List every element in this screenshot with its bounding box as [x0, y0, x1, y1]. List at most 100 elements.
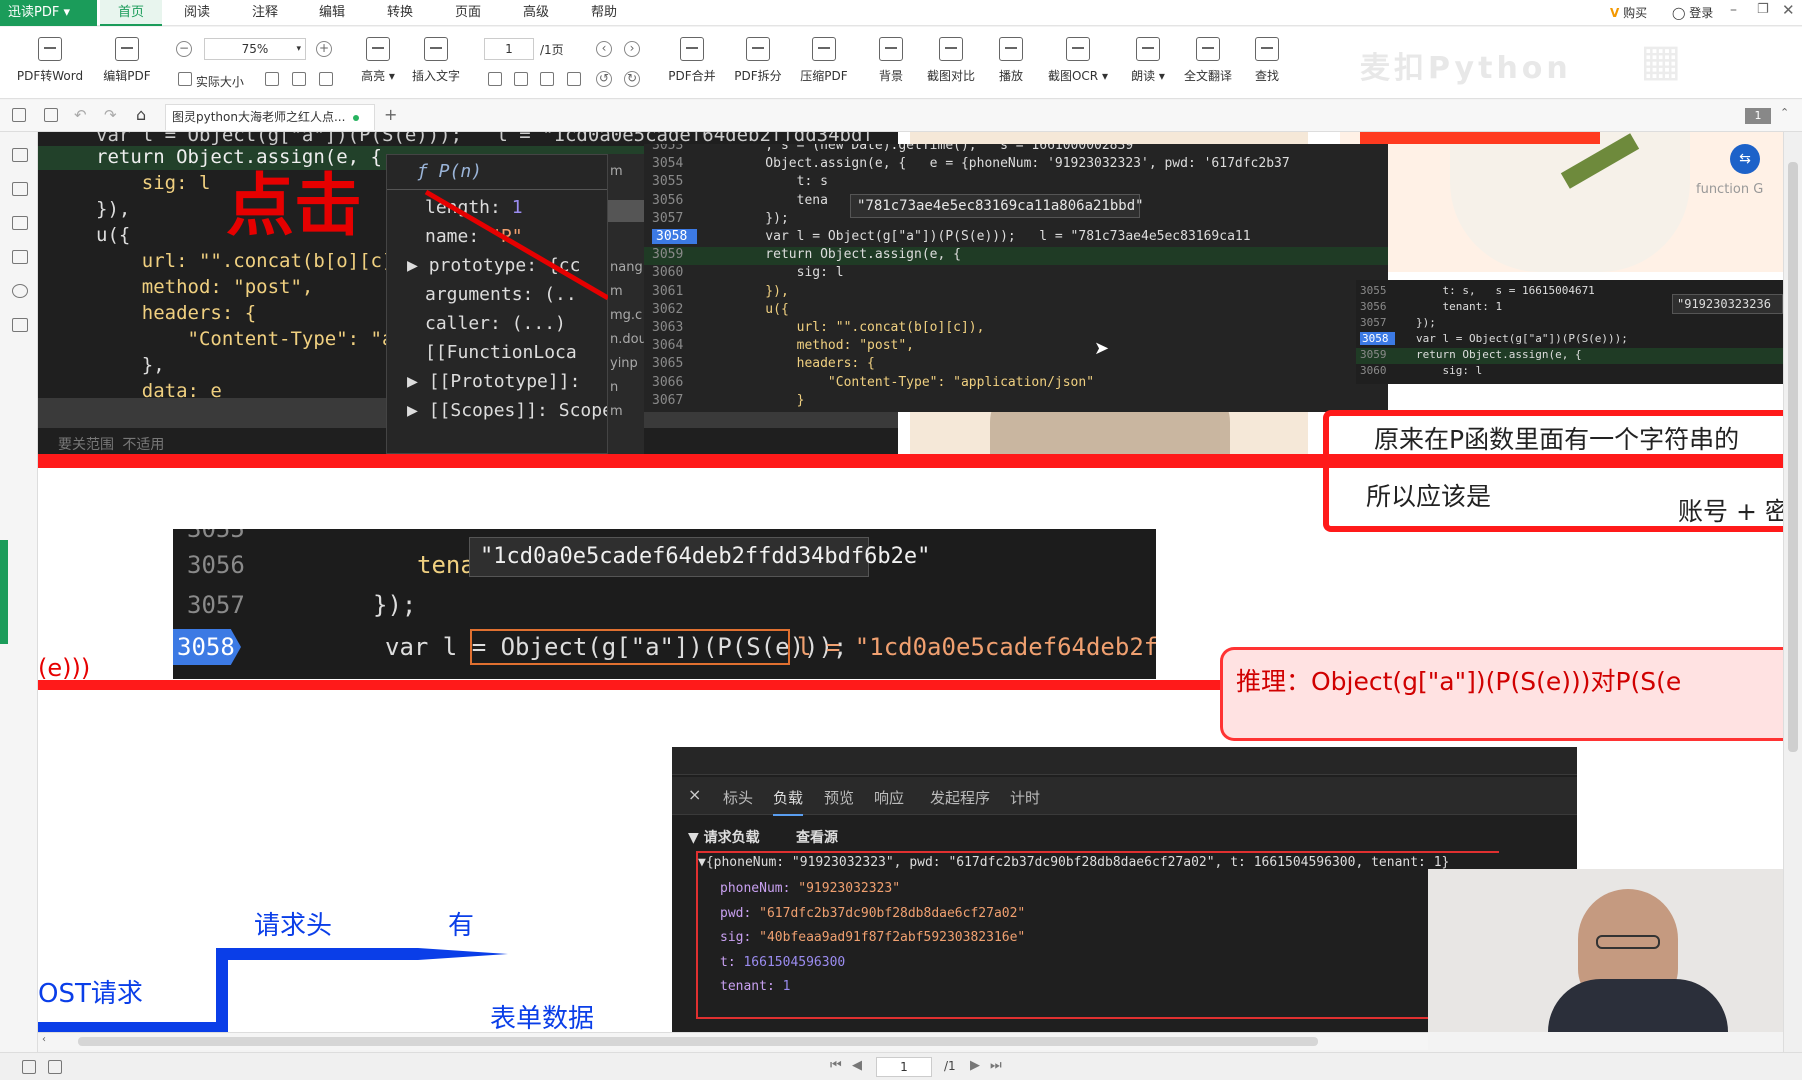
code2-line-number[interactable]: 3053: [652, 144, 683, 153]
prev-page-icon[interactable]: ‹: [596, 41, 612, 57]
close-icon[interactable]: ✕: [1782, 1, 1795, 19]
floating-action-icon[interactable]: ⇆: [1730, 144, 1760, 174]
code2-line-number[interactable]: 3067: [652, 393, 683, 408]
tab-headers[interactable]: 标头: [723, 787, 753, 808]
code2-line-number[interactable]: 3061: [652, 284, 683, 299]
next-page-icon[interactable]: ›: [624, 41, 640, 57]
book-mode-icon[interactable]: [567, 72, 581, 90]
code2-line-number[interactable]: 3065: [652, 356, 683, 371]
fit-page-icon[interactable]: [265, 72, 279, 90]
code3-line-number[interactable]: 3060: [1360, 364, 1387, 377]
read-aloud-button[interactable]: 朗读 ▾: [1126, 37, 1170, 84]
code2-line-number[interactable]: 3066: [652, 375, 683, 390]
tab-initiator[interactable]: 发起程序: [930, 787, 990, 808]
comment-icon[interactable]: [12, 216, 28, 230]
thumbnail-icon[interactable]: [12, 182, 28, 196]
next-page-status-icon[interactable]: ▶: [970, 1058, 980, 1073]
tab-timing[interactable]: 计时: [1010, 787, 1040, 808]
home-icon[interactable]: ⌂: [136, 105, 146, 124]
edit-pdf-button[interactable]: 编辑PDF: [96, 37, 158, 84]
rotate-right-icon[interactable]: ↻: [624, 71, 640, 87]
code3-line-number[interactable]: 3057: [1360, 316, 1387, 329]
play-button[interactable]: 播放: [996, 37, 1026, 84]
payload-row[interactable]: sig: "40bfeaa9ad91f87f2abf59230382316e": [720, 930, 1025, 945]
menu-annotate[interactable]: 注释: [252, 0, 278, 26]
menu-help[interactable]: 帮助: [591, 0, 617, 26]
menu-page[interactable]: 页面: [455, 0, 481, 26]
history-icon[interactable]: [12, 284, 28, 298]
tab-response[interactable]: 响应: [874, 787, 904, 808]
menu-convert[interactable]: 转换: [387, 0, 413, 26]
page-number-input[interactable]: 1: [484, 38, 534, 60]
login-button[interactable]: ◯ 登录: [1672, 4, 1713, 21]
rotate-left-icon[interactable]: ↺: [596, 71, 612, 87]
sidebar-toggle-handle[interactable]: [0, 540, 8, 644]
code3-line-number[interactable]: 3055: [1360, 284, 1387, 297]
pdf-split-button[interactable]: PDF拆分: [732, 37, 784, 84]
horizontal-scroll-thumb[interactable]: [78, 1037, 1318, 1046]
translate-button[interactable]: 全文翻译: [1180, 37, 1236, 84]
payload-summary[interactable]: ▼{phoneNum: "91923032323", pwd: "617dfc2…: [698, 855, 1498, 870]
text-select-icon[interactable]: [319, 72, 333, 90]
add-tab-button[interactable]: +: [384, 105, 397, 124]
fit-width-icon[interactable]: [292, 72, 306, 90]
first-page-icon[interactable]: ⏮: [830, 1058, 842, 1073]
restore-icon[interactable]: ❐: [1757, 2, 1769, 17]
view-source-link[interactable]: 查看源: [796, 827, 838, 847]
network-close-button[interactable]: ×: [688, 785, 701, 804]
tooltip-scopes[interactable]: ▶ [[Scopes]]: Scopes[2]: [407, 400, 607, 421]
save-icon[interactable]: [44, 108, 58, 126]
tab-document[interactable]: 图灵python大海老师之红人点...: [165, 104, 375, 130]
code2-line-number[interactable]: 3057: [652, 211, 683, 226]
continuous-icon[interactable]: [540, 72, 554, 90]
vertical-scrollbar[interactable]: [1783, 132, 1802, 1052]
horizontal-scrollbar[interactable]: ‹: [38, 1032, 1428, 1050]
screenshot-ocr-button[interactable]: 截图OCR ▾: [1046, 37, 1110, 84]
payload-row[interactable]: tenant: 1: [720, 979, 790, 994]
double-page-icon[interactable]: [514, 72, 528, 90]
code2-line-number[interactable]: 3059: [652, 247, 683, 262]
menu-edit[interactable]: 编辑: [319, 0, 345, 26]
status-left-icon[interactable]: [22, 1060, 36, 1078]
code2-line-number[interactable]: 3058: [652, 229, 698, 244]
payload-section-toggle[interactable]: ▼ 请求负载: [688, 827, 760, 847]
tab-preview[interactable]: 预览: [824, 787, 854, 808]
outline-icon[interactable]: [12, 148, 28, 162]
code2-line-number[interactable]: 3064: [652, 338, 683, 353]
menu-advanced[interactable]: 高级: [523, 0, 549, 26]
minimize-icon[interactable]: –: [1730, 2, 1737, 18]
compress-pdf-button[interactable]: 压缩PDF: [798, 37, 850, 84]
prev-page-status-icon[interactable]: ◀: [852, 1058, 862, 1073]
code2-line-number[interactable]: 3062: [652, 302, 683, 317]
screenshot-compare-button[interactable]: 截图对比: [924, 37, 978, 84]
find-button[interactable]: 查找: [1252, 37, 1282, 84]
code3-line-number[interactable]: 3059: [1360, 348, 1387, 361]
zoom-out-icon[interactable]: −: [176, 41, 192, 57]
code2-line-number[interactable]: 3060: [652, 265, 683, 280]
translate-panel-icon[interactable]: [12, 318, 28, 332]
pdf-merge-button[interactable]: PDF合并: [666, 37, 718, 84]
redo-icon[interactable]: ↷: [104, 106, 117, 124]
buy-button[interactable]: V 购买: [1610, 4, 1647, 21]
highlight-button[interactable]: 高亮 ▾: [356, 37, 400, 84]
collapse-icon[interactable]: ⌃: [1780, 106, 1789, 119]
print-icon[interactable]: [12, 108, 26, 126]
menu-read[interactable]: 阅读: [184, 0, 210, 26]
tab-payload[interactable]: 负载: [773, 787, 804, 816]
attachment-icon[interactable]: [12, 250, 28, 264]
zoom-in-icon[interactable]: +: [316, 41, 332, 57]
status-exit-icon[interactable]: [48, 1060, 62, 1078]
zoom-select[interactable]: 75% ▾: [204, 38, 306, 60]
menu-home[interactable]: 首页: [100, 0, 163, 26]
background-button[interactable]: 背景: [876, 37, 906, 84]
code2-line-number[interactable]: 3063: [652, 320, 683, 335]
single-page-icon[interactable]: [488, 72, 502, 90]
status-page-input[interactable]: 1: [876, 1057, 932, 1077]
code3-line-number[interactable]: 3058: [1360, 332, 1395, 345]
code3-line-number[interactable]: 3056: [1360, 300, 1387, 313]
app-logo[interactable]: 迅读PDF ▾: [0, 0, 97, 26]
tooltip-proto2[interactable]: ▶ [[Prototype]]:: [407, 371, 580, 392]
code2-line-number[interactable]: 3056: [652, 193, 683, 208]
insert-text-button[interactable]: 插入文字: [408, 37, 464, 84]
scroll-left-icon[interactable]: ‹: [42, 1034, 46, 1045]
